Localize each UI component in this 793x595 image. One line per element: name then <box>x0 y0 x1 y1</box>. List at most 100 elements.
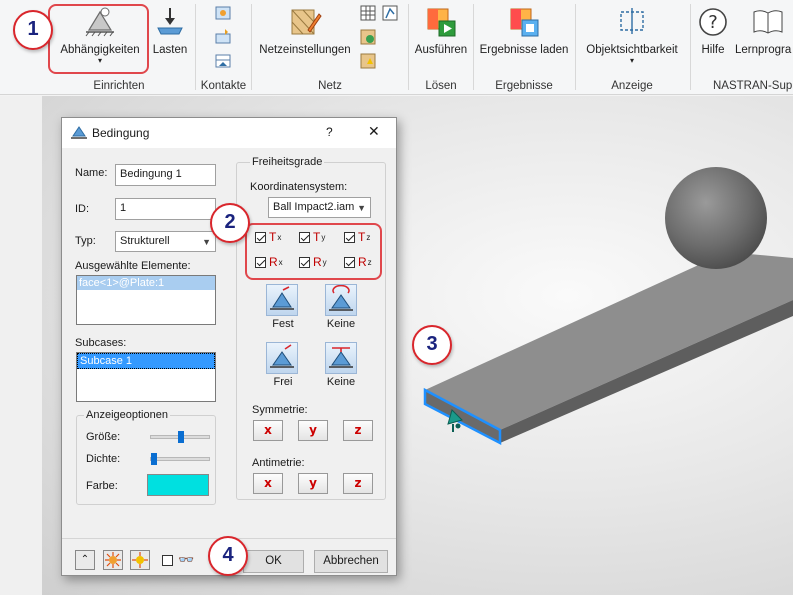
contact-manual-icon <box>215 29 231 44</box>
fixed-constraint-icon <box>270 286 294 310</box>
group-label-mesh: Netz <box>318 80 342 92</box>
mesh-settings-button[interactable]: Netzeinstellungen <box>254 4 356 64</box>
mesh-generate-icon <box>360 29 376 45</box>
help-icon: ? <box>699 8 727 36</box>
constraint-dialog: Bedingung ? ✕ Name: Bedingung 1 ID: 1 Ty… <box>61 117 397 576</box>
load-results-label: Ergebnisse laden <box>479 44 569 56</box>
size-slider-thumb[interactable] <box>178 431 184 443</box>
preset-free-label: Frei <box>273 376 293 388</box>
left-panel-strip <box>0 96 42 595</box>
preset-none-button[interactable] <box>325 284 357 316</box>
collapse-button[interactable]: ⌃ <box>75 550 95 570</box>
plate-top-face[interactable] <box>425 252 793 430</box>
dialog-title: Bedingung <box>92 126 150 140</box>
help-button[interactable]: ? Hilfe <box>693 4 733 64</box>
symmetry-z-button[interactable]: z <box>343 420 373 441</box>
help-icon[interactable]: ? <box>326 125 333 139</box>
run-button[interactable]: Ausführen <box>411 4 471 64</box>
group-label-results: Ergebnisse <box>495 80 553 92</box>
subcases-list[interactable]: Subcase 1 <box>76 352 216 402</box>
cancel-button[interactable]: Abbrechen <box>314 550 388 573</box>
name-field[interactable]: Bedingung 1 <box>115 164 216 186</box>
ok-button[interactable]: OK <box>243 550 304 573</box>
group-label-solve: Lösen <box>425 80 457 92</box>
constraint-icon <box>71 126 87 139</box>
object-visibility-icon <box>620 8 644 34</box>
size-slider[interactable] <box>150 431 210 443</box>
selected-elements-list[interactable]: face<1>@Plate:1 <box>76 275 216 325</box>
antisymmetry-y-button[interactable]: y <box>298 473 328 494</box>
callout-3: 3 <box>412 325 452 365</box>
density-label: Dichte: <box>86 453 121 465</box>
preset-none2-label: Keine <box>326 376 356 388</box>
symmetry-y-button[interactable]: y <box>298 420 328 441</box>
pin-constraint-icon <box>329 347 353 368</box>
object-visibility-button[interactable]: Objektsichtbarkeit ▾ <box>578 4 686 65</box>
coord-system-value: Ball Impact2.iam <box>273 201 355 213</box>
contact-table-button[interactable] <box>213 52 233 70</box>
dialog-titlebar[interactable]: Bedingung ? ✕ <box>62 118 396 148</box>
collapse-icon: ⌃ <box>80 554 90 565</box>
load-results-button[interactable]: Ergebnisse laden <box>476 4 572 64</box>
type-select[interactable]: Strukturell ▼ <box>115 231 216 252</box>
group-contacts: Kontakte <box>196 0 251 95</box>
run-icon <box>427 8 456 37</box>
preset-none2-button[interactable] <box>325 342 357 374</box>
symmetry-label: Symmetrie: <box>252 404 308 416</box>
mesh-refine-button[interactable] <box>380 4 400 22</box>
group-label-contacts: Kontakte <box>200 80 247 92</box>
mesh-settings-label: Netzeinstellungen <box>259 44 351 56</box>
mesh-local-icon <box>360 53 376 69</box>
contact-auto-icon <box>215 6 231 20</box>
mesh-local-button[interactable] <box>358 52 378 70</box>
contact-auto-button[interactable] <box>213 4 233 22</box>
preset-free-button[interactable] <box>266 342 298 374</box>
close-icon[interactable]: ✕ <box>368 123 380 140</box>
antisymmetry-z-button[interactable]: z <box>343 473 373 494</box>
color-swatch[interactable] <box>147 474 209 496</box>
mesh-settings-icon <box>291 9 322 35</box>
free-constraint-icon <box>270 344 294 368</box>
burst-icon <box>105 552 121 568</box>
chevron-down-icon: ▼ <box>357 203 366 213</box>
density-slider[interactable] <box>150 453 210 465</box>
selected-elements-label: Ausgewählte Elemente: <box>75 260 191 272</box>
highlight-frame-dof <box>245 223 382 280</box>
list-item[interactable]: face<1>@Plate:1 <box>77 276 215 290</box>
dropdown-arrow-icon: ▾ <box>629 56 634 65</box>
preset-fixed-button[interactable] <box>266 284 298 316</box>
load-results-icon <box>510 8 539 37</box>
object-visibility-label: Objektsichtbarkeit <box>586 44 678 56</box>
preset-fixed-label: Fest <box>272 318 294 330</box>
mesh-table-button[interactable] <box>358 4 378 22</box>
id-field[interactable]: 1 <box>115 198 216 220</box>
loads-button[interactable]: Lasten <box>150 4 190 70</box>
coord-system-label: Koordinatensystem: <box>250 181 348 193</box>
preview-checkbox[interactable] <box>162 555 173 566</box>
callout-2: 2 <box>210 203 250 243</box>
explode-button[interactable] <box>103 550 123 570</box>
group-solve: Ausführen Lösen <box>409 0 473 95</box>
coord-system-select[interactable]: Ball Impact2.iam ▼ <box>268 197 371 218</box>
highlight-button[interactable] <box>130 550 150 570</box>
contact-manual-button[interactable] <box>213 28 233 46</box>
group-label-setup: Einrichten <box>93 80 145 92</box>
table-icon <box>360 5 376 21</box>
learning-label: Lernprogra <box>735 44 792 56</box>
group-display: Objektsichtbarkeit ▾ Anzeige <box>576 0 688 95</box>
display-options-title: Anzeigeoptionen <box>84 409 170 421</box>
antisymmetry-x-button[interactable]: x <box>253 473 283 494</box>
ball-sphere[interactable] <box>665 167 767 269</box>
mesh-generate-button[interactable] <box>358 28 378 46</box>
callout-4: 4 <box>208 536 248 576</box>
list-item[interactable]: Subcase 1 <box>77 353 215 369</box>
symmetry-x-button[interactable]: x <box>253 420 283 441</box>
type-value: Strukturell <box>120 235 170 247</box>
type-label: Typ: <box>75 235 96 247</box>
group-mesh: Netzeinstellungen Netz <box>252 0 408 95</box>
density-slider-thumb[interactable] <box>151 453 157 465</box>
help-label: Hilfe <box>701 44 725 56</box>
group-nastran-support: ? Hilfe Lernprogra NASTRAN-Sup <box>691 0 793 95</box>
glasses-icon: 👓 <box>178 552 195 567</box>
learning-button[interactable]: Lernprogra <box>735 4 793 64</box>
